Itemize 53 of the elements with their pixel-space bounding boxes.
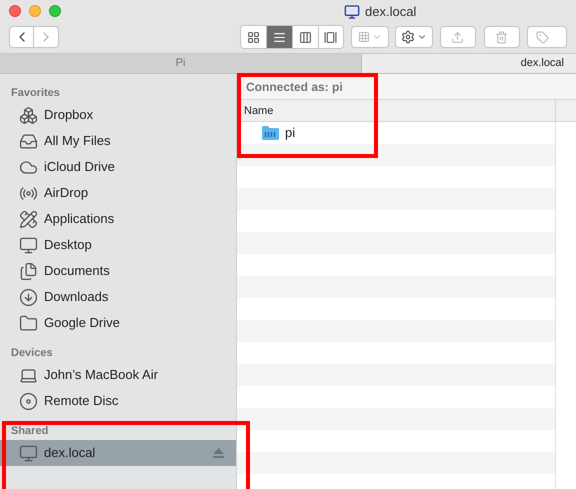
action-button[interactable] — [395, 26, 433, 48]
sidebar-item[interactable]: Dropbox — [0, 102, 236, 128]
view-mode-button[interactable] — [292, 26, 318, 48]
shared-folder-icon — [262, 126, 279, 140]
section-header: Devices — [10, 346, 54, 360]
share-icon — [451, 30, 464, 44]
file-name: pi — [285, 124, 296, 142]
boxes-icon — [19, 106, 38, 124]
disc-icon — [19, 392, 38, 410]
gallery-icon — [324, 30, 338, 44]
view-mode-button[interactable] — [266, 26, 292, 48]
gear-icon — [400, 30, 415, 44]
back-button[interactable] — [9, 26, 34, 48]
sidebar-item[interactable]: Downloads — [0, 284, 236, 310]
share-button[interactable] — [440, 26, 476, 48]
display-icon — [19, 236, 38, 254]
sidebar-item[interactable]: All My Files — [0, 128, 236, 154]
documents-icon — [19, 262, 38, 280]
sidebar-item[interactable]: Applications — [0, 206, 236, 232]
list-icon — [273, 30, 286, 44]
delete-button[interactable] — [484, 26, 520, 48]
download-icon — [19, 288, 38, 306]
view-mode-button[interactable] — [318, 26, 344, 48]
monitor-icon — [19, 444, 38, 462]
tray-icon — [19, 132, 38, 150]
grid-icon — [247, 30, 260, 44]
tag-button[interactable] — [527, 26, 567, 48]
view-mode-button[interactable] — [241, 26, 266, 48]
sidebar-item[interactable]: Desktop — [0, 232, 236, 258]
tab[interactable]: dex.local — [362, 54, 576, 74]
sidebar-item[interactable]: Google Drive — [0, 310, 236, 336]
arrange-button[interactable] — [351, 26, 390, 48]
close-button[interactable] — [9, 5, 21, 17]
sidebar-item[interactable]: dex.local — [0, 440, 236, 466]
monitor-icon — [344, 4, 360, 20]
sidebar-item[interactable]: AirDrop — [0, 180, 236, 206]
minimize-button[interactable] — [29, 5, 41, 17]
folder-icon — [19, 314, 38, 332]
window-title: dex.local — [365, 3, 416, 21]
sidebar-item[interactable]: John’s MacBook Air — [0, 362, 236, 388]
section-header: Shared — [10, 424, 50, 438]
columns-icon — [298, 30, 312, 44]
sidebar-item[interactable]: Documents — [0, 258, 236, 284]
trash-icon — [495, 30, 508, 44]
section-header: Favorites — [10, 86, 61, 100]
eject-icon[interactable] — [213, 448, 224, 458]
tag-icon — [536, 30, 549, 44]
file-row[interactable]: pi — [237, 122, 555, 144]
sidebar-item[interactable]: Remote Disc — [0, 388, 236, 414]
pencil-ruler-icon — [19, 210, 38, 228]
grid-icon — [358, 31, 370, 43]
zoom-button[interactable] — [49, 5, 61, 17]
sidebar-item[interactable]: iCloud Drive — [0, 154, 236, 180]
